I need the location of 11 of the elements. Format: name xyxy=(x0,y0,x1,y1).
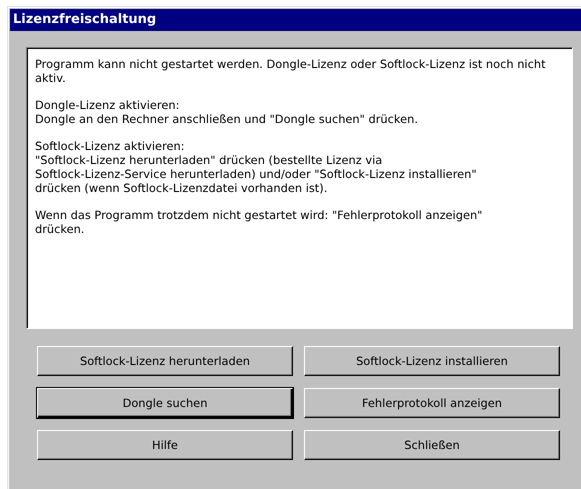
dialog-button[interactable]: Fehlerprotokoll anzeigen xyxy=(304,388,560,418)
window-title: Lizenzfreischaltung xyxy=(10,9,581,31)
dialog-button[interactable]: Hilfe xyxy=(37,430,293,460)
dialog-button[interactable]: Softlock-Lizenz installieren xyxy=(304,346,560,376)
message-paragraph: Wenn das Programm trotzdem nicht gestartet wird: "Fehlerprotokoll anzeigen" drücken. xyxy=(35,208,484,236)
dialog-button[interactable]: Softlock-Lizenz herunterladen xyxy=(37,346,293,376)
dialog-button[interactable]: Schließen xyxy=(304,430,560,460)
message-paragraph: Softlock-Lizenz aktivieren: "Softlock-Lizenz herunterladen" drücken (bestellte Lizenz via Softlock-Lizenz-Service herunterladen) und/oder "Softlock-Lizenz installieren" drücken (wenn Softlock-Lizenzdatei vorhanden ist). xyxy=(35,139,478,195)
message-paragraph: Dongle-Lizenz aktivieren: Dongle an den Rechner anschließen und "Dongle suchen" drücken. xyxy=(35,98,419,126)
dialog-button[interactable]: Dongle suchen xyxy=(37,388,293,418)
message-paragraph: Programm kann nicht gestartet werden. Dongle-Lizenz oder Softlock-Lizenz ist noch nicht aktiv. xyxy=(35,57,547,85)
